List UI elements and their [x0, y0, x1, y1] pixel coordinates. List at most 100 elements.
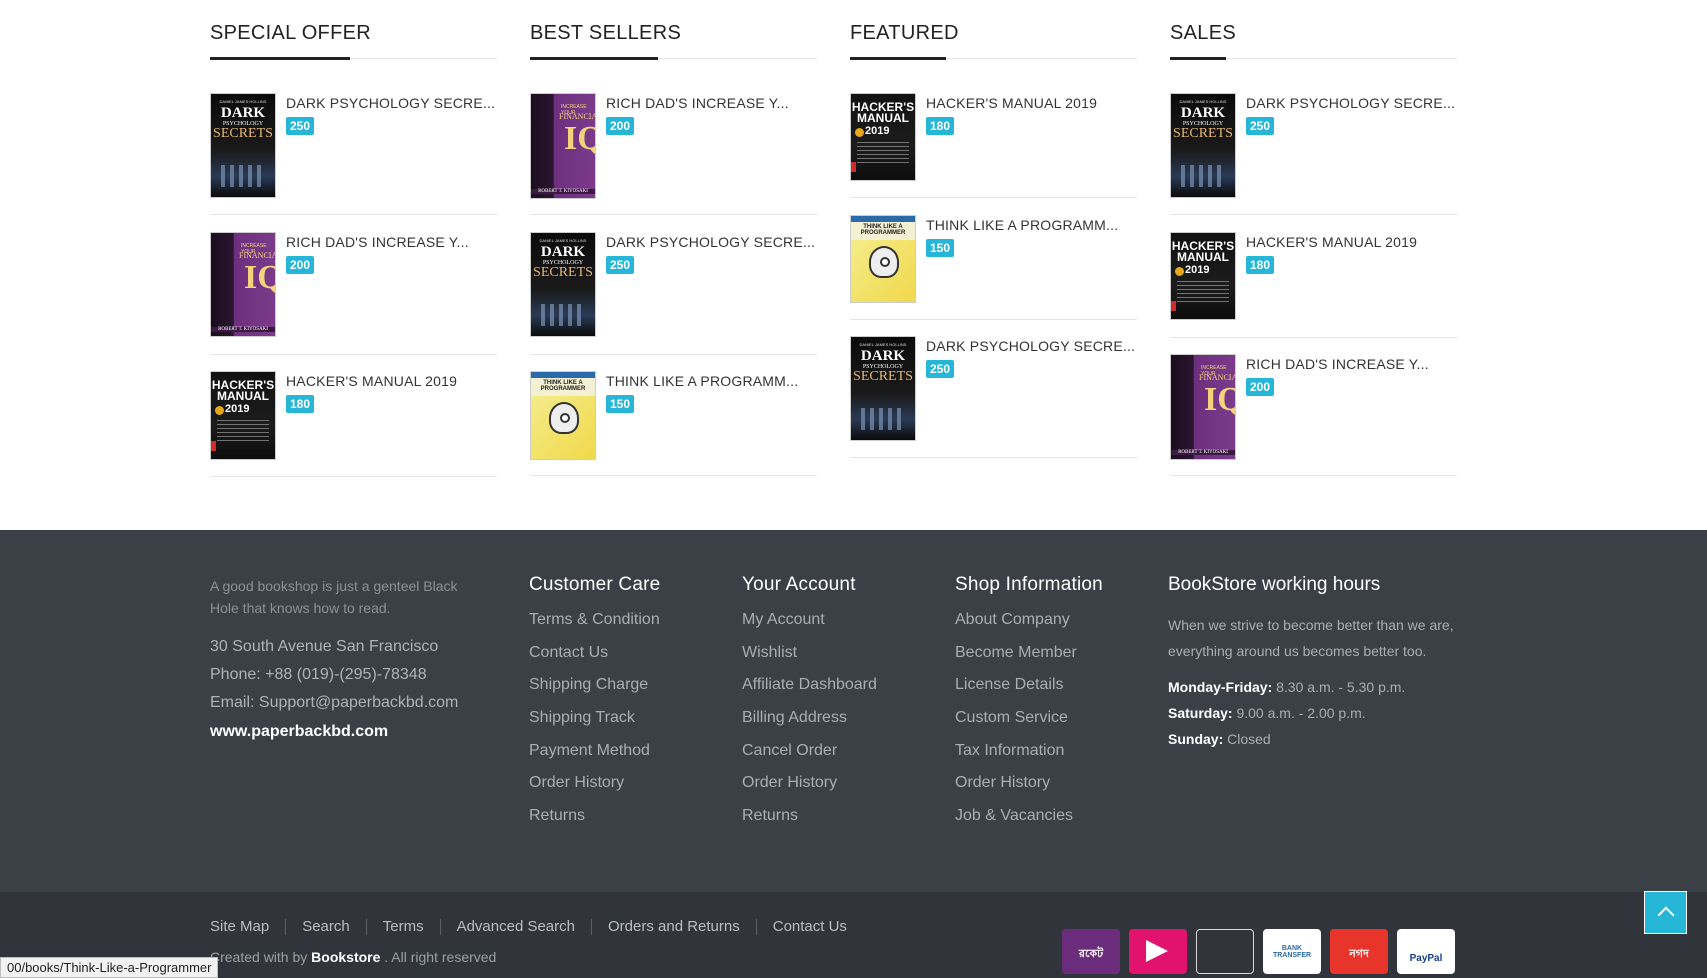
- product-name[interactable]: HACKER'S MANUAL 2019: [286, 373, 457, 389]
- copyright-suffix: . All right reserved: [380, 949, 497, 965]
- book-cover-hackers-manual[interactable]: HACKER'S MANUAL 2019: [1171, 233, 1235, 319]
- book-cover-think-like-programmer[interactable]: THINK LIKE A PROGRAMMER: [851, 216, 915, 302]
- book-cover-hackers-manual[interactable]: HACKER'S MANUAL 2019: [211, 372, 275, 459]
- product-name[interactable]: HACKER'S MANUAL 2019: [926, 95, 1097, 111]
- customer-care-link[interactable]: Shipping Charge: [529, 675, 660, 708]
- customer-care-link[interactable]: Contact Us: [529, 643, 660, 676]
- book-cover-rich-dad[interactable]: INCREASE YOURFINANCIALIQROBERT T. KIYOSA…: [531, 94, 595, 198]
- section-title: BEST SELLERS: [530, 22, 682, 44]
- product-name[interactable]: DARK PSYCHOLOGY SECRE...: [606, 234, 815, 250]
- product-thumbnail[interactable]: DANIEL JAMES HOLLINS DARK PSYCHOLOGY SECRET…: [850, 336, 916, 441]
- product-thumbnail[interactable]: HACKER'S MANUAL 2019: [210, 371, 276, 460]
- book-cover-dark-psychology[interactable]: DANIEL JAMES HOLLINS DARK PSYCHOLOGY SECRET…: [531, 233, 595, 336]
- book-cover-rich-dad[interactable]: INCREASE YOURFINANCIALIQROBERT T. KIYOSA…: [1171, 355, 1235, 459]
- product-thumbnail[interactable]: HACKER'S MANUAL 2019: [1170, 232, 1236, 320]
- product-thumbnail[interactable]: INCREASE YOURFINANCIALIQROBERT T. KIYOSA…: [530, 93, 596, 199]
- cover-author: ROBERT T. KIYOSAKI: [211, 327, 275, 332]
- payment-nagad-icon: নগদ: [1330, 929, 1388, 974]
- your-account-link[interactable]: Billing Address: [742, 708, 877, 741]
- shop-info-link[interactable]: Job & Vacancies: [955, 806, 1103, 839]
- shop-info-link[interactable]: Custom Service: [955, 708, 1103, 741]
- section-title-underline: [530, 57, 658, 60]
- hours-time: Closed: [1223, 731, 1271, 747]
- product-thumbnail[interactable]: INCREASE YOURFINANCIALIQROBERT T. KIYOSA…: [1170, 354, 1236, 460]
- bottom-nav-link[interactable]: Advanced Search: [457, 918, 575, 935]
- footer-email[interactable]: Email: Support@paperbackbd.com: [210, 694, 458, 712]
- product-divider: [210, 214, 497, 215]
- customer-care-link[interactable]: Returns: [529, 806, 660, 839]
- copyright-brand-link[interactable]: Bookstore: [311, 949, 380, 965]
- product-name[interactable]: DARK PSYCHOLOGY SECRE...: [286, 95, 495, 111]
- product-thumbnail[interactable]: HACKER'S MANUAL 2019: [850, 93, 916, 181]
- product-sections: SPECIAL OFFER DANIEL JAMES HOLLINS DARK PSY…: [0, 0, 1707, 530]
- your-account-link[interactable]: My Account: [742, 610, 877, 643]
- robot-eye: [560, 413, 570, 423]
- product-name[interactable]: RICH DAD'S INCREASE Y...: [1246, 356, 1429, 372]
- price-badge: 250: [606, 256, 635, 274]
- your-account-link[interactable]: Affiliate Dashboard: [742, 675, 877, 708]
- product-thumbnail[interactable]: THINK LIKE A PROGRAMMER: [850, 215, 916, 303]
- product-thumbnail[interactable]: INCREASE YOURFINANCIALIQROBERT T. KIYOSA…: [210, 232, 276, 337]
- customer-care-link[interactable]: Terms & Condition: [529, 610, 660, 643]
- cover-title: SECRETS: [213, 126, 273, 141]
- book-cover-dark-psychology[interactable]: DANIEL JAMES HOLLINS DARK PSYCHOLOGY SECRET…: [211, 94, 275, 197]
- your-account-link[interactable]: Returns: [742, 806, 877, 839]
- cover-title: IQ: [244, 259, 275, 296]
- bottom-nav-link[interactable]: Search: [302, 918, 350, 935]
- footer-phone: Phone: +88 (019)-(295)-78348: [210, 666, 427, 683]
- product-divider: [530, 354, 817, 355]
- customer-care-link[interactable]: Shipping Track: [529, 708, 660, 741]
- footer-website-link[interactable]: www.paperbackbd.com: [210, 723, 388, 741]
- book-cover-rich-dad[interactable]: INCREASE YOURFINANCIALIQROBERT T. KIYOSA…: [211, 233, 275, 336]
- product-name[interactable]: THINK LIKE A PROGRAMM...: [926, 217, 1118, 233]
- cover-text-lines: [1177, 281, 1229, 303]
- customer-care-link[interactable]: Order History: [529, 773, 660, 806]
- bottom-nav-link[interactable]: Site Map: [210, 918, 269, 935]
- book-cover-dark-psychology[interactable]: DANIEL JAMES HOLLINS DARK PSYCHOLOGY SECRET…: [1171, 94, 1235, 197]
- product-thumbnail[interactable]: DANIEL JAMES HOLLINS DARK PSYCHOLOGY SECRET…: [1170, 93, 1236, 198]
- price-badge: 200: [1246, 378, 1275, 396]
- product-name[interactable]: RICH DAD'S INCREASE Y...: [606, 95, 789, 111]
- cover-author: DANIEL JAMES HOLLINS: [1179, 99, 1227, 104]
- book-cover-think-like-programmer[interactable]: THINK LIKE A PROGRAMMER: [531, 372, 595, 459]
- cover-title: DARK: [1180, 105, 1226, 121]
- bottom-bar: Site Map Search Terms Advanced Search Orders…: [0, 892, 1707, 978]
- scroll-to-top-button[interactable]: [1644, 891, 1687, 934]
- customer-care-link[interactable]: Payment Method: [529, 741, 660, 774]
- payment-bank-transfer-icon: BANK TRANSFER: [1263, 929, 1321, 974]
- your-account-link[interactable]: Cancel Order: [742, 741, 877, 774]
- product-divider: [210, 354, 497, 355]
- product-divider: [850, 457, 1137, 458]
- shop-info-link[interactable]: Tax Information: [955, 741, 1103, 774]
- price-badge: 150: [606, 395, 635, 413]
- book-cover-dark-psychology[interactable]: DANIEL JAMES HOLLINS DARK PSYCHOLOGY SECRET…: [851, 337, 915, 440]
- cover-title: SECRETS: [853, 369, 913, 384]
- product-name[interactable]: DARK PSYCHOLOGY SECRE...: [1246, 95, 1455, 111]
- status-bar-url: 00/books/Think-Like-a-Programmer: [0, 957, 219, 978]
- hours-day: Sunday:: [1168, 731, 1224, 747]
- payment-label: নগদ: [1349, 948, 1369, 960]
- bottom-nav-link[interactable]: Contact Us: [773, 918, 847, 935]
- footer: A good bookshop is just a genteel Black …: [0, 530, 1707, 892]
- product-name[interactable]: RICH DAD'S INCREASE Y...: [286, 234, 469, 250]
- product-thumbnail[interactable]: DANIEL JAMES HOLLINS DARK PSYCHOLOGY SECRET…: [210, 93, 276, 198]
- hours-day: Monday-Friday:: [1168, 679, 1273, 695]
- payment-label: BANK TRANSFER: [1272, 945, 1312, 959]
- hours-day: Saturday:: [1168, 705, 1233, 721]
- bottom-nav-link[interactable]: Terms: [383, 918, 424, 935]
- product-name[interactable]: THINK LIKE A PROGRAMM...: [606, 373, 798, 389]
- product-name[interactable]: HACKER'S MANUAL 2019: [1246, 234, 1417, 250]
- your-account-link[interactable]: Order History: [742, 773, 877, 806]
- product-divider: [1170, 214, 1457, 215]
- shop-info-link[interactable]: About Company: [955, 610, 1103, 643]
- product-thumbnail[interactable]: DANIEL JAMES HOLLINS DARK PSYCHOLOGY SECRET…: [530, 232, 596, 337]
- your-account-link[interactable]: Wishlist: [742, 643, 877, 676]
- shop-info-link[interactable]: Order History: [955, 773, 1103, 806]
- shop-info-link[interactable]: Become Member: [955, 643, 1103, 676]
- product-name[interactable]: DARK PSYCHOLOGY SECRE...: [926, 338, 1135, 354]
- cover-accent: [211, 441, 216, 451]
- bottom-nav-link[interactable]: Orders and Returns: [608, 918, 740, 935]
- shop-info-link[interactable]: License Details: [955, 675, 1103, 708]
- product-thumbnail[interactable]: THINK LIKE A PROGRAMMER: [530, 371, 596, 460]
- book-cover-hackers-manual[interactable]: HACKER'S MANUAL 2019: [851, 94, 915, 180]
